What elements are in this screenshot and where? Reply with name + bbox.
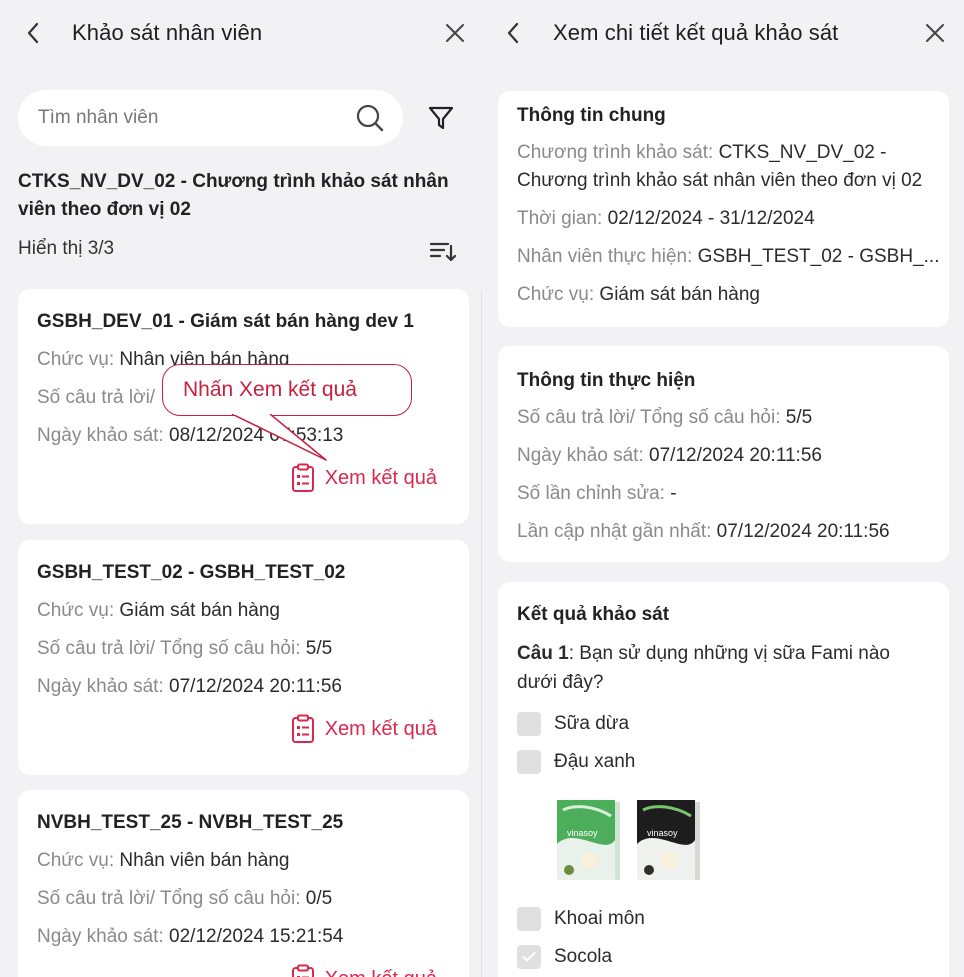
- header: Khảo sát nhân viên: [0, 0, 482, 68]
- page-title: Khảo sát nhân viên: [72, 20, 263, 45]
- checkbox[interactable]: [517, 750, 541, 774]
- answers-row: Số câu trả lời/ Tổng số câu hỏi: 0/5: [37, 888, 333, 909]
- question-1: Câu 1: Bạn sử dụng những vị sữa Fami nào…: [517, 643, 890, 693]
- employee-card: GSBH_TEST_02 - GSBH_TEST_02 Chức vụ: Giá…: [18, 540, 469, 775]
- callout-pointer: [231, 414, 327, 461]
- execution-info-card: Thông tin thực hiện Số câu trả lời/ Tổng…: [498, 346, 949, 562]
- view-result-button[interactable]: Xem kết quả: [291, 964, 437, 977]
- close-icon: [926, 24, 944, 42]
- survey-date-row: Ngày khảo sát: 02/12/2024 15:21:54: [37, 926, 344, 947]
- view-result-button[interactable]: Xem kết quả: [291, 714, 437, 744]
- brand-text: vinasoy: [647, 828, 678, 838]
- product-image-black[interactable]: vinasoy: [635, 796, 701, 882]
- view-result-button[interactable]: Xem kết quả: [291, 463, 437, 493]
- checkbox-checked[interactable]: [517, 945, 541, 969]
- survey-result-card: Kết quả khảo sát Câu 1: Bạn sử dụng nhữn…: [498, 582, 949, 977]
- back-button[interactable]: [18, 18, 48, 48]
- close-button[interactable]: [440, 18, 470, 48]
- clipboard-list-icon: [291, 964, 314, 977]
- answers-row: Số câu trả lời/ Tổng số câu hỏi: 5/5: [517, 407, 813, 428]
- chevron-left-icon: [27, 22, 39, 44]
- survey-date-row: Ngày khảo sát: 07/12/2024 20:11:56: [517, 445, 822, 466]
- option-socola[interactable]: Socola: [517, 945, 612, 969]
- search-icon[interactable]: [355, 103, 385, 133]
- card-heading: Kết quả khảo sát: [517, 604, 670, 625]
- edit-count-row: Số lần chỉnh sửa: -: [517, 483, 677, 504]
- display-count: Hiển thị 3/3: [18, 238, 115, 259]
- check-icon: [522, 952, 536, 962]
- option-sua-dua[interactable]: Sữa dừa: [517, 712, 629, 736]
- product-image-green[interactable]: vinasoy: [555, 796, 621, 882]
- program-title: CTKS_NV_DV_02 - Chương trình khảo sát nh…: [18, 171, 449, 220]
- role-row: Chức vụ: Nhân viên bán hàng: [37, 850, 290, 871]
- back-button[interactable]: [498, 18, 528, 48]
- checkbox[interactable]: [517, 712, 541, 736]
- role-row: Chức vụ: Giám sát bán hàng: [37, 600, 280, 621]
- role-row: Chức vụ: Giám sát bán hàng: [517, 284, 760, 305]
- callout-bubble: Nhấn Xem kết quả: [162, 364, 412, 416]
- search-box: [18, 90, 403, 146]
- clipboard-list-icon: [291, 714, 314, 743]
- header: Xem chi tiết kết quả khảo sát: [482, 0, 964, 68]
- clipboard-list-icon: [291, 463, 314, 492]
- employee-card: NVBH_TEST_25 - NVBH_TEST_25 Chức vụ: Nhâ…: [18, 790, 469, 977]
- close-icon: [446, 24, 464, 42]
- answers-row: Số câu trả lời/ Tổng số câu hỏi: 5/5: [37, 638, 333, 659]
- survey-detail-panel: Xem chi tiết kết quả khảo sát Thông tin …: [482, 0, 964, 977]
- employee-name: NVBH_TEST_25 - NVBH_TEST_25: [37, 812, 344, 833]
- brand-text: vinasoy: [567, 828, 598, 838]
- option-dau-xanh[interactable]: Đậu xanh: [517, 750, 635, 774]
- page-title: Xem chi tiết kết quả khảo sát: [553, 20, 839, 45]
- last-updated-row: Lần cập nhật gần nhất: 07/12/2024 20:11:…: [517, 521, 890, 542]
- staff-row: Nhân viên thực hiện: GSBH_TEST_02 - GSBH…: [517, 246, 940, 267]
- search-input[interactable]: [38, 102, 358, 134]
- card-heading: Thông tin chung: [517, 105, 666, 126]
- close-button[interactable]: [920, 18, 950, 48]
- card-heading: Thông tin thực hiện: [517, 370, 696, 391]
- employee-name: GSBH_DEV_01 - Giám sát bán hàng dev 1: [37, 311, 414, 332]
- general-info-card: Thông tin chung Chương trình khảo sát: C…: [498, 91, 949, 327]
- sort-icon[interactable]: [428, 238, 456, 266]
- filter-button[interactable]: [424, 100, 458, 136]
- time-row: Thời gian: 02/12/2024 - 31/12/2024: [517, 208, 815, 229]
- employee-survey-panel: Khảo sát nhân viên CTKS_NV_DV_02 - Chươn…: [0, 0, 482, 977]
- checkbox[interactable]: [517, 907, 541, 931]
- employee-name: GSBH_TEST_02 - GSBH_TEST_02: [37, 562, 346, 583]
- chevron-left-icon: [507, 22, 519, 44]
- option-khoai-mon[interactable]: Khoai môn: [517, 907, 645, 931]
- answers-row: Số câu trả lời/: [37, 387, 156, 408]
- survey-date-row: Ngày khảo sát: 07/12/2024 20:11:56: [37, 676, 342, 697]
- program-row: Chương trình khảo sát: CTKS_NV_DV_02 - C…: [517, 142, 923, 191]
- filter-icon: [428, 106, 454, 130]
